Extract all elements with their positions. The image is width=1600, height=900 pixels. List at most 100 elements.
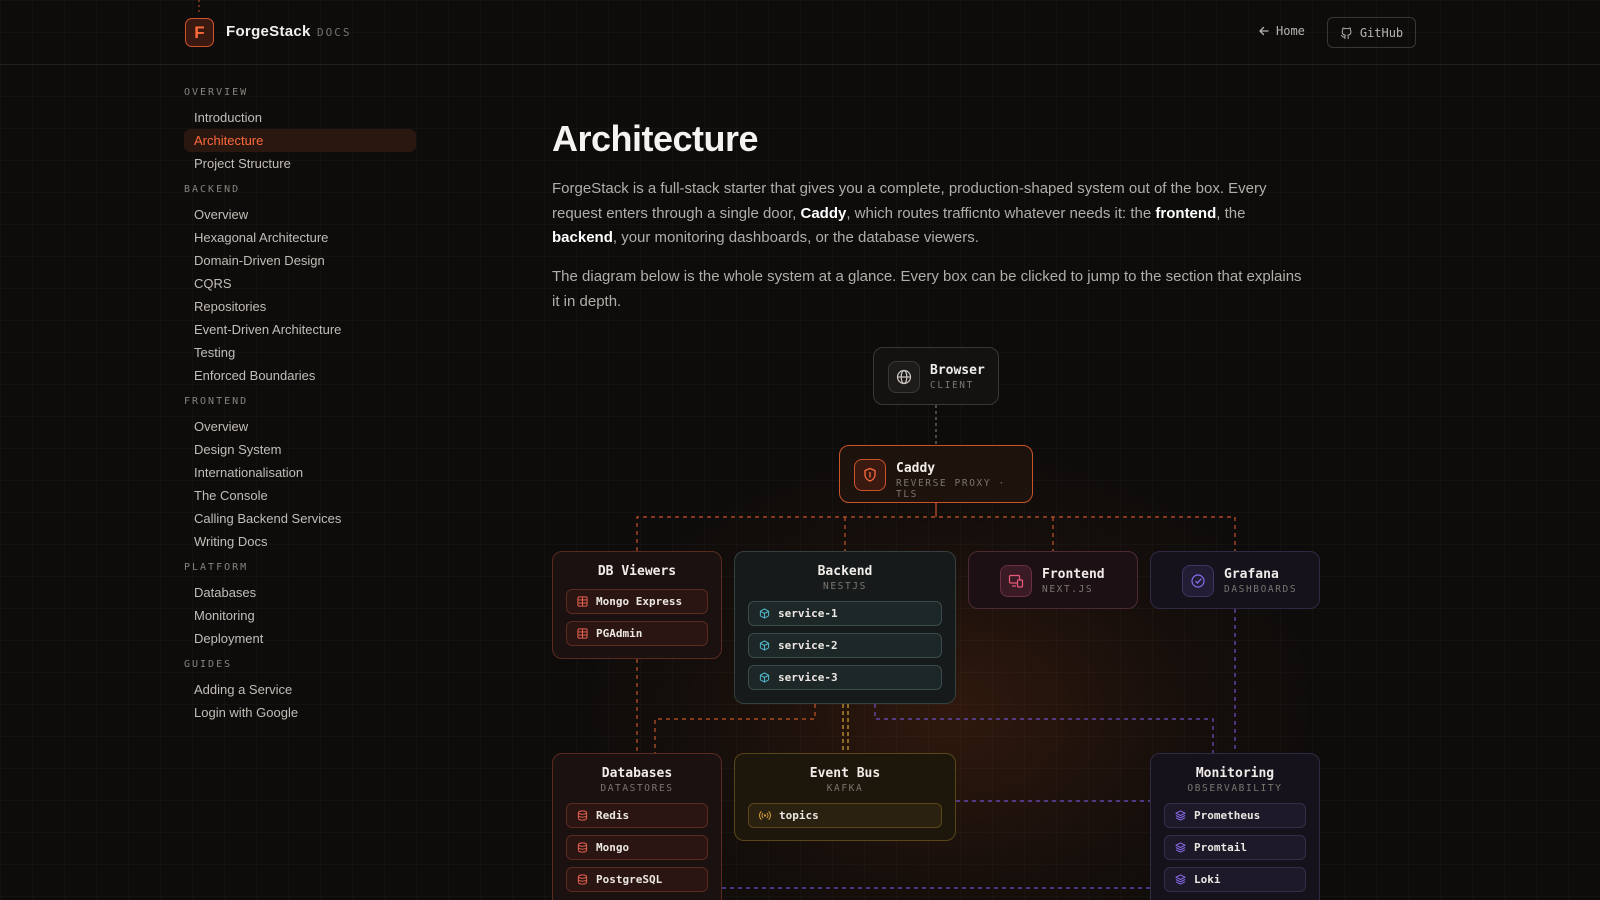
github-button[interactable]: GitHub bbox=[1327, 17, 1416, 48]
chip-label: service-2 bbox=[778, 639, 838, 652]
prometheus-chip[interactable]: Prometheus bbox=[1164, 803, 1306, 828]
service-1-chip[interactable]: service-1 bbox=[748, 601, 942, 626]
postgresql-chip[interactable]: PostgreSQL bbox=[566, 867, 708, 892]
diagram-description: The diagram below is the whole system at… bbox=[552, 268, 1302, 310]
brand-name[interactable]: ForgeStack bbox=[226, 23, 311, 40]
backend-monitoring-line bbox=[874, 704, 1214, 753]
databases-sub: DATASTORES bbox=[600, 783, 674, 794]
github-icon bbox=[1340, 27, 1352, 39]
caddy-node[interactable]: Caddy REVERSE PROXY · TLS bbox=[839, 445, 1033, 503]
service-3-chip[interactable]: service-3 bbox=[748, 665, 942, 690]
arrow-left-icon bbox=[1259, 26, 1269, 36]
docs-sidebar: OVERVIEW Introduction Architecture Proje… bbox=[184, 78, 416, 731]
grafana-sub: DASHBOARDS bbox=[1224, 584, 1298, 595]
caddy-term: Caddy bbox=[800, 204, 847, 222]
home-label: Home bbox=[1276, 24, 1305, 38]
layers-icon bbox=[1175, 810, 1186, 821]
mongo-chip[interactable]: Mongo bbox=[566, 835, 708, 860]
intro-text: , which routes trafficnto whatever needs… bbox=[846, 204, 1156, 222]
sidebar-item-architecture[interactable]: Architecture bbox=[184, 129, 416, 152]
intro-text: , the bbox=[1216, 204, 1246, 222]
monitoring-node[interactable]: Monitoring OBSERVABILITY Prometheus Prom… bbox=[1150, 753, 1320, 900]
chip-label: Mongo Express bbox=[596, 595, 683, 608]
sidebar-item-domain-driven-design[interactable]: Domain-Driven Design bbox=[184, 249, 416, 272]
sidebar-item-databases[interactable]: Databases bbox=[184, 581, 416, 604]
sidebar-item-repositories[interactable]: Repositories bbox=[184, 295, 416, 318]
sidebar-item-testing[interactable]: Testing bbox=[184, 341, 416, 364]
sidebar-item-the-console[interactable]: The Console bbox=[184, 484, 416, 507]
sidebar-item-design-system[interactable]: Design System bbox=[184, 438, 416, 461]
nav-section-title: OVERVIEW bbox=[184, 87, 249, 98]
chip-label: topics bbox=[779, 809, 819, 822]
service-2-chip[interactable]: service-2 bbox=[748, 633, 942, 658]
nav-section-platform: PLATFORM Databases Monitoring Deployment bbox=[184, 562, 416, 650]
frontend-sub: NEXT.JS bbox=[1042, 584, 1094, 595]
frontend-term: frontend bbox=[1155, 204, 1217, 222]
frontend-node[interactable]: Frontend NEXT.JS bbox=[968, 551, 1138, 609]
shield-icon bbox=[854, 459, 886, 491]
logo-icon[interactable]: F bbox=[185, 18, 214, 47]
sidebar-item-deployment[interactable]: Deployment bbox=[184, 627, 416, 650]
sidebar-item-frontend-overview[interactable]: Overview bbox=[184, 415, 416, 438]
chip-label: Promtail bbox=[1194, 841, 1247, 854]
nav-section-title: BACKEND bbox=[184, 184, 241, 195]
nav-section-title: FRONTEND bbox=[184, 396, 249, 407]
browser-sub: CLIENT bbox=[930, 380, 974, 391]
monitoring-sub: OBSERVABILITY bbox=[1187, 783, 1283, 794]
topics-chip[interactable]: topics bbox=[748, 803, 942, 828]
databases-node[interactable]: Databases DATASTORES Redis Mongo Postgre… bbox=[552, 753, 722, 900]
table-icon bbox=[577, 628, 588, 639]
nav-section-frontend: FRONTEND Overview Design System Internat… bbox=[184, 396, 416, 553]
backend-term: backend bbox=[552, 229, 613, 246]
event-bus-node[interactable]: Event Bus KAFKA topics bbox=[734, 753, 956, 841]
db-viewers-node[interactable]: DB Viewers Mongo Express PGAdmin bbox=[552, 551, 722, 659]
backend-node[interactable]: Backend NESTJS service-1 service-2 servi… bbox=[734, 551, 956, 704]
chip-label: PGAdmin bbox=[596, 627, 643, 640]
sidebar-item-cqrs[interactable]: CQRS bbox=[184, 272, 416, 295]
database-icon bbox=[577, 810, 588, 821]
browser-node[interactable]: Browser CLIENT bbox=[873, 347, 999, 405]
sidebar-item-introduction[interactable]: Introduction bbox=[184, 106, 416, 129]
chip-label: Loki bbox=[1194, 873, 1221, 886]
table-icon bbox=[577, 596, 588, 607]
nav-section-overview: OVERVIEW Introduction Architecture Proje… bbox=[184, 87, 416, 175]
sidebar-item-enforced-boundaries[interactable]: Enforced Boundaries bbox=[184, 364, 416, 387]
sidebar-item-backend-overview[interactable]: Overview bbox=[184, 203, 416, 226]
sidebar-item-hexagonal-architecture[interactable]: Hexagonal Architecture bbox=[184, 226, 416, 249]
intro-text: , your monitoring dashboards, or the dat… bbox=[612, 229, 979, 246]
database-icon bbox=[577, 842, 588, 853]
sidebar-item-monitoring[interactable]: Monitoring bbox=[184, 604, 416, 627]
cube-icon bbox=[759, 608, 770, 619]
cube-icon bbox=[759, 640, 770, 651]
sidebar-item-writing-docs[interactable]: Writing Docs bbox=[184, 530, 416, 553]
mongo-express-chip[interactable]: Mongo Express bbox=[566, 589, 708, 614]
event-bus-sub: KAFKA bbox=[826, 783, 864, 794]
caddy-sub: REVERSE PROXY · TLS bbox=[896, 478, 1006, 500]
frontend-title: Frontend bbox=[1042, 567, 1105, 582]
redis-chip[interactable]: Redis bbox=[566, 803, 708, 828]
db-viewers-title: DB Viewers bbox=[597, 564, 677, 579]
loki-chip[interactable]: Loki bbox=[1164, 867, 1306, 892]
header-accent-line bbox=[198, 0, 200, 14]
sidebar-item-adding-a-service[interactable]: Adding a Service bbox=[184, 678, 416, 701]
caddy-fanout-line bbox=[636, 516, 1236, 551]
broadcast-icon bbox=[759, 811, 771, 820]
chip-label: Mongo bbox=[596, 841, 630, 854]
globe-icon bbox=[888, 361, 920, 393]
chip-label: Redis bbox=[596, 809, 630, 822]
nav-section-guides: GUIDES Adding a Service Login with Googl… bbox=[184, 659, 416, 724]
sidebar-item-calling-backend-services[interactable]: Calling Backend Services bbox=[184, 507, 416, 530]
sidebar-item-internationalisation[interactable]: Internationalisation bbox=[184, 461, 416, 484]
grafana-title: Grafana bbox=[1224, 567, 1279, 582]
promtail-chip[interactable]: Promtail bbox=[1164, 835, 1306, 860]
gauge-icon bbox=[1182, 565, 1214, 597]
home-link[interactable]: Home bbox=[1258, 24, 1305, 38]
grafana-node[interactable]: Grafana DASHBOARDS bbox=[1150, 551, 1320, 609]
sidebar-item-login-with-google[interactable]: Login with Google bbox=[184, 701, 416, 724]
nav-section-backend: BACKEND Overview Hexagonal Architecture … bbox=[184, 184, 416, 387]
backend-title: Backend bbox=[817, 564, 873, 579]
pgadmin-chip[interactable]: PGAdmin bbox=[566, 621, 708, 646]
sidebar-item-event-driven-architecture[interactable]: Event-Driven Architecture bbox=[184, 318, 416, 341]
intro-paragraph: ForgeStack is a full-stack starter that … bbox=[552, 177, 1312, 251]
sidebar-item-project-structure[interactable]: Project Structure bbox=[184, 152, 416, 175]
